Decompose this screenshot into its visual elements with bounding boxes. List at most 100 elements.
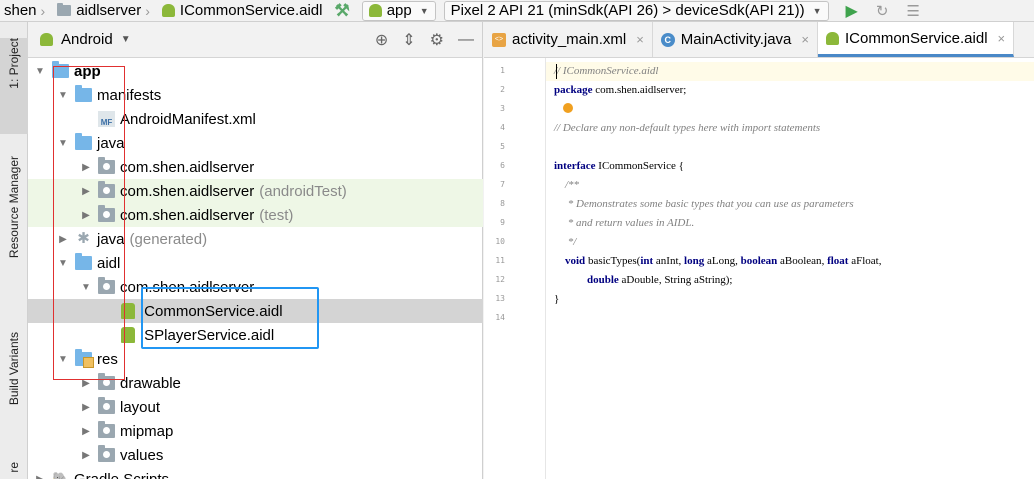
expand-arrow-icon[interactable]: ▼ xyxy=(57,138,69,149)
breadcrumb-module[interactable]: aidlserver › xyxy=(53,0,158,21)
collapse-arrow-icon[interactable]: ▶ xyxy=(80,162,92,173)
tree-item-label: app xyxy=(74,62,101,80)
package-icon xyxy=(98,373,115,390)
breadcrumb-label: aidlserver xyxy=(76,2,142,19)
code-line: void basicTypes(int anInt, long aLong, b… xyxy=(565,255,882,267)
aidl-file-icon xyxy=(161,4,175,17)
line-number: 9 xyxy=(500,218,505,227)
tree-item[interactable]: ▶ 🐘 Gradle Scripts xyxy=(28,467,483,479)
android-icon xyxy=(40,33,53,46)
locate-icon[interactable]: ⊕ xyxy=(375,30,388,50)
collapse-arrow-icon[interactable]: ▶ xyxy=(57,234,69,245)
collapse-arrow-icon[interactable]: ▶ xyxy=(80,186,92,197)
tree-item-label: ISPlayerService.aidl xyxy=(140,326,275,344)
line-number: 7 xyxy=(500,180,505,189)
tree-item[interactable]: ▼ java xyxy=(28,131,483,155)
expand-arrow-icon[interactable]: ▼ xyxy=(80,282,92,293)
collapse-arrow-icon[interactable]: ▶ xyxy=(80,426,92,437)
hide-icon[interactable]: — xyxy=(458,31,474,49)
breadcrumb-separator-icon: › xyxy=(145,2,150,19)
tree-item-label: values xyxy=(120,446,164,464)
tree-item-label: java xyxy=(97,134,125,152)
code-line: // ICommonService.aidl xyxy=(554,65,659,77)
expand-arrow-icon[interactable]: ▼ xyxy=(57,354,69,365)
text-caret xyxy=(556,64,557,79)
package-icon xyxy=(98,277,115,294)
breadcrumb-project[interactable]: shen › xyxy=(0,0,53,21)
android-module-icon xyxy=(368,4,382,17)
tool-tab-structure[interactable]: re xyxy=(0,462,28,479)
project-view-selector[interactable]: Android xyxy=(61,31,113,48)
tree-item[interactable]: ▶ com.shen.aidlserver (androidTest) xyxy=(28,179,483,203)
tree-item[interactable]: ▼ manifests xyxy=(28,83,483,107)
line-number: 14 xyxy=(495,313,505,322)
breadcrumb-file[interactable]: ICommonService.aidl xyxy=(158,0,327,21)
tree-item[interactable]: MF AndroidManifest.xml xyxy=(28,107,483,131)
tree-item[interactable]: ▶ values xyxy=(28,443,483,467)
tree-item[interactable]: ▼ aidl xyxy=(28,251,483,275)
tree-item-label: drawable xyxy=(120,374,181,392)
editor-tab[interactable]: ICommonService.aidl × xyxy=(817,22,1015,57)
tree-item[interactable]: ▼ res xyxy=(28,347,483,371)
tree-item-label: com.shen.aidlserver xyxy=(120,182,255,200)
tree-item-label: res xyxy=(97,350,118,368)
package-icon xyxy=(98,397,115,414)
editor-tab-label: MainActivity.java xyxy=(680,31,792,48)
package-icon xyxy=(98,205,115,222)
build-hammer-icon[interactable]: ⚒ xyxy=(334,1,349,21)
run-icon[interactable]: ▶ xyxy=(846,1,858,21)
tool-tab-project[interactable]: 1: Project xyxy=(0,38,28,134)
tree-item[interactable]: ▶ drawable xyxy=(28,371,483,395)
aidl-file-icon xyxy=(825,31,839,45)
close-icon[interactable]: × xyxy=(998,31,1006,46)
expand-arrow-icon[interactable]: ▼ xyxy=(57,90,69,101)
close-icon[interactable]: × xyxy=(636,32,644,47)
tool-tab-resource-manager[interactable]: Resource Manager xyxy=(0,156,28,306)
tree-item-label: ICommonService.aidl xyxy=(140,302,283,320)
expand-arrow-icon[interactable]: ▼ xyxy=(57,258,69,269)
collapse-arrow-icon[interactable]: ▶ xyxy=(80,402,92,413)
editor-tab[interactable]: <> activity_main.xml × xyxy=(484,22,653,57)
sync-icon[interactable]: ☰ xyxy=(906,2,919,20)
gradle-icon: 🐘 xyxy=(52,471,70,479)
tree-item[interactable]: ICommonService.aidl xyxy=(28,299,483,323)
chevron-down-icon: ▼ xyxy=(419,5,429,16)
tree-item[interactable]: ISPlayerService.aidl xyxy=(28,323,483,347)
tree-item[interactable]: ▶ layout xyxy=(28,395,483,419)
breadcrumb-label: ICommonService.aidl xyxy=(179,2,323,19)
collapse-arrow-icon[interactable]: ▶ xyxy=(80,378,92,389)
gear-icon[interactable]: ⚙ xyxy=(430,30,444,50)
tree-item[interactable]: ▶ com.shen.aidlserver xyxy=(28,155,483,179)
tree-item[interactable]: ▼ app xyxy=(28,59,483,83)
chevron-down-icon[interactable]: ▼ xyxy=(121,34,131,45)
expand-arrow-icon[interactable]: ▼ xyxy=(34,66,46,77)
tree-item[interactable]: ▶ ✱ java (generated) xyxy=(28,227,483,251)
tool-tab-label: Build Variants xyxy=(7,332,21,406)
collapse-arrow-icon[interactable]: ▶ xyxy=(80,210,92,221)
res-folder-icon xyxy=(75,349,94,368)
tree-item-suffix: (test) xyxy=(259,206,294,224)
collapse-arrow-icon[interactable]: ▶ xyxy=(80,450,92,461)
tree-item[interactable]: ▼ com.shen.aidlserver xyxy=(28,275,483,299)
tree-item[interactable]: ▶ mipmap xyxy=(28,419,483,443)
collapse-arrow-icon[interactable]: ▶ xyxy=(34,474,46,479)
intention-bulb-icon[interactable] xyxy=(563,103,573,113)
generated-folder-icon: ✱ xyxy=(77,230,90,247)
run-configuration-select[interactable]: app ▼ xyxy=(361,0,436,21)
code-line: interface ICommonService { xyxy=(554,160,684,172)
apply-changes-icon[interactable]: ↻ xyxy=(876,2,889,20)
device-select[interactable]: Pixel 2 API 21 (minSdk(API 26) > deviceS… xyxy=(443,0,829,21)
tool-tab-label: Resource Manager xyxy=(7,156,21,259)
line-number: 1 xyxy=(500,66,505,75)
line-number-gutter: 1 2 3 4 5 6 7 8 9 10 11 12 13 14 xyxy=(484,58,546,479)
collapse-all-icon[interactable]: ⇕ xyxy=(402,30,415,50)
tool-tab-label: re xyxy=(7,462,21,473)
package-icon xyxy=(98,157,115,174)
tree-item[interactable]: ▶ com.shen.aidlserver (test) xyxy=(28,203,483,227)
code-line: /** xyxy=(554,179,580,191)
tree-item-label: AndroidManifest.xml xyxy=(120,110,256,128)
tool-tab-label: 1: Project xyxy=(7,38,21,89)
tool-tab-build-variants[interactable]: Build Variants xyxy=(0,332,28,432)
editor-tab[interactable]: C MainActivity.java × xyxy=(653,22,818,57)
close-icon[interactable]: × xyxy=(801,32,809,47)
